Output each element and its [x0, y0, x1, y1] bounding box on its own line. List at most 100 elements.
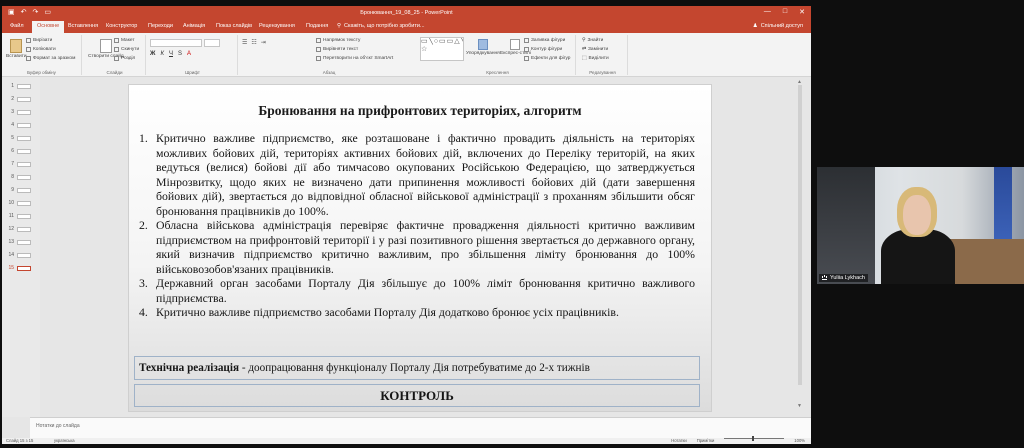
align-text-button[interactable]: Вирівняти текст	[316, 47, 358, 52]
tell-me-text: Скажіть, що потрібно зробити...	[344, 23, 425, 29]
drawing-group-label: Креслення	[486, 70, 509, 75]
close-button[interactable]: ✕	[799, 8, 805, 16]
vertical-scrollbar[interactable]: ▲ ▼	[796, 79, 804, 415]
slide-thumbnail[interactable]: 10	[6, 200, 31, 206]
tab-transitions[interactable]: Переходи	[148, 23, 173, 29]
smartart-button[interactable]: Перетворити на об'єкт SmartArt	[316, 56, 393, 61]
underline-icon[interactable]: Ч	[169, 51, 173, 57]
tab-insert[interactable]: Вставлення	[68, 23, 98, 29]
reset-button[interactable]: Скинути	[114, 47, 139, 52]
cut-button[interactable]: Вирізати	[26, 38, 52, 43]
video-feed: Yuliia Lykhach	[817, 167, 1024, 284]
tech-text: - доопрацювання функціоналу Порталу Дія …	[239, 362, 590, 374]
tab-view[interactable]: Подання	[306, 23, 328, 29]
comments-toggle-button[interactable]: Примітки	[697, 438, 715, 443]
format-painter-button[interactable]: Формат за зразком	[26, 56, 75, 61]
font-name-field[interactable]	[150, 39, 202, 47]
slide-thumbnail[interactable]: 3	[6, 109, 31, 115]
slide-canvas[interactable]: Бронювання на прифронтових територіях, а…	[128, 84, 712, 412]
list-item-number: 1.	[139, 131, 148, 145]
slide-thumbnail[interactable]: 15	[6, 265, 31, 271]
slide-thumbnail-number: 1	[11, 83, 14, 89]
tab-slideshow[interactable]: Показ слайдів	[216, 23, 252, 29]
notes-pane[interactable]: Нотатки до слайда	[30, 417, 811, 438]
slide-thumbnail[interactable]: 7	[6, 161, 31, 167]
slide-thumbnail-number: 5	[11, 135, 14, 141]
zoom-level[interactable]: 100%	[794, 438, 805, 443]
language-indicator[interactable]: українська	[54, 438, 75, 443]
slide-thumbnail[interactable]: 8	[6, 174, 31, 180]
find-button[interactable]: ⚲ Знайти	[582, 38, 603, 43]
slide-title[interactable]: Бронювання на прифронтових територіях, а…	[129, 103, 711, 119]
share-button[interactable]: ♟ Спільний доступ	[753, 23, 803, 29]
notes-toggle-button[interactable]: Нотатки	[671, 438, 686, 443]
font-group-label: Шрифт	[185, 70, 200, 75]
paste-button[interactable]: Вставити	[6, 39, 27, 59]
slide-thumbnail-number: 10	[8, 200, 14, 206]
slide-thumbnail[interactable]: 13	[6, 239, 31, 245]
slide-numbered-list[interactable]: 1. Критично важливе підприємство, яке роз…	[139, 131, 695, 320]
section-button[interactable]: Розділ	[114, 56, 135, 61]
indent-icon[interactable]: ⇥	[261, 39, 266, 46]
powerpoint-window: ▣ ↶ ↷ ▭ Бронювання_19_08_25 - PowerPoint…	[2, 6, 811, 444]
scroll-down-icon[interactable]: ▼	[797, 403, 802, 409]
minimize-button[interactable]: —	[764, 8, 771, 16]
tell-me-box[interactable]: ⚲ Скажіть, що потрібно зробити...	[337, 23, 425, 29]
tab-review[interactable]: Рецензування	[259, 23, 295, 29]
section-icon	[114, 56, 119, 61]
participant-name: Yuliia Lykhach	[830, 275, 865, 281]
list-item-text: Критично важливе підприємство засобами П…	[156, 305, 619, 319]
italic-icon[interactable]: К	[160, 51, 164, 57]
tab-animations[interactable]: Анімація	[183, 23, 205, 29]
list-item-text: Критично важливе підприємство, яке розта…	[156, 131, 695, 218]
slide-thumbnail-number: 12	[8, 226, 14, 232]
window-controls: — □ ✕	[764, 8, 805, 16]
clipboard-icon	[10, 39, 23, 53]
layout-button[interactable]: Макет	[114, 38, 135, 43]
slide-thumbnail[interactable]: 14	[6, 252, 31, 258]
font-size-field[interactable]	[204, 39, 220, 47]
slide-thumbnail[interactable]: 4	[6, 122, 31, 128]
slide-thumbnail[interactable]: 9	[6, 187, 31, 193]
slide-thumbnail-number: 7	[11, 161, 14, 167]
tab-file[interactable]: Файл	[10, 23, 24, 29]
shape-outline-button[interactable]: Контур фігури	[524, 47, 562, 52]
font-color-icon[interactable]: A	[187, 51, 191, 57]
status-bar: Слайд 15 з 15 українська Нотатки Примітк…	[2, 436, 811, 444]
slide-thumbnail[interactable]: 6	[6, 148, 31, 154]
text-direction-button[interactable]: Напрямок тексту	[316, 38, 360, 43]
slide-thumbnail[interactable]: 1	[6, 83, 31, 89]
control-box[interactable]: КОНТРОЛЬ	[134, 384, 700, 407]
slide-thumbnail[interactable]: 12	[6, 226, 31, 232]
share-label: Спільний доступ	[760, 23, 803, 29]
search-icon: ⚲	[582, 38, 586, 43]
slide-thumbnail-preview	[17, 266, 31, 271]
replace-icon: ⇄	[582, 47, 587, 52]
bullets-icon[interactable]: ☰	[242, 39, 247, 46]
slide-thumbnail-preview	[17, 149, 31, 154]
copy-icon	[26, 47, 31, 52]
tab-home[interactable]: Основне	[32, 21, 65, 33]
ribbon-tabs: Файл Основне Вставлення Конструктор Пере…	[2, 20, 811, 33]
slide-thumbnail[interactable]: 11	[6, 213, 31, 219]
copy-button[interactable]: Копіювати	[26, 47, 56, 52]
tab-design[interactable]: Конструктор	[106, 23, 137, 29]
tech-implementation-box[interactable]: Технічна реалізація - доопрацювання функ…	[134, 356, 700, 380]
select-button[interactable]: ⬚ Виділити	[582, 56, 609, 61]
slide-thumbnail[interactable]: 5	[6, 135, 31, 141]
maximize-button[interactable]: □	[783, 8, 787, 16]
bold-icon[interactable]: Ж	[150, 51, 155, 57]
replace-button[interactable]: ⇄ Замінити	[582, 47, 608, 52]
shape-fill-button[interactable]: Заливка фігури	[524, 38, 565, 43]
strikethrough-icon[interactable]: S	[178, 51, 182, 57]
shape-effects-button[interactable]: Ефекти для фігур	[524, 56, 570, 61]
slide-thumbnail[interactable]: 2	[6, 96, 31, 102]
arrange-button[interactable]: Упорядкування	[466, 39, 500, 56]
title-bar: ▣ ↶ ↷ ▭ Бронювання_19_08_25 - PowerPoint…	[2, 6, 811, 20]
scrollbar-thumb[interactable]	[798, 85, 802, 385]
slide-list-item: 1. Критично важливе підприємство, яке роз…	[139, 131, 695, 218]
slide-thumbnail-preview	[17, 201, 31, 206]
numbering-icon[interactable]: ☷	[251, 39, 256, 46]
zoom-slider[interactable]	[724, 436, 785, 441]
participant-face	[903, 195, 931, 235]
